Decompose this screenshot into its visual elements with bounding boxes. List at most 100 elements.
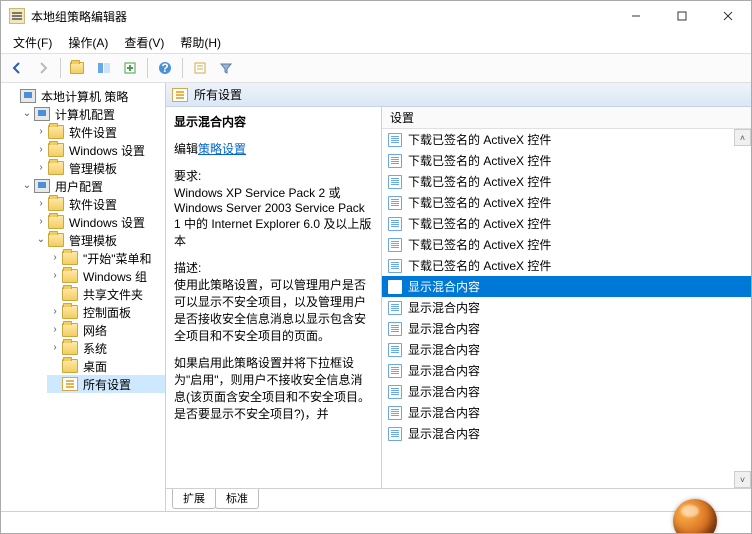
tree-item[interactable]: › 控制面板 — [47, 303, 165, 321]
list-row[interactable]: 显示混合内容 — [382, 276, 751, 297]
back-button[interactable] — [5, 56, 29, 80]
tree-item[interactable]: › 软件设置 — [33, 123, 165, 141]
list-column-header[interactable]: 设置 — [382, 107, 751, 129]
policy-icon — [388, 154, 402, 168]
tree-item[interactable]: ⌄管理模板 — [33, 231, 165, 249]
twisty-icon[interactable]: ⌄ — [35, 235, 47, 245]
folder-icon — [48, 143, 64, 157]
twisty-icon[interactable]: ⌄ — [21, 181, 33, 191]
edit-line: 编辑策略设置 — [174, 140, 373, 157]
toolbar-separator — [147, 58, 148, 78]
twisty-icon[interactable]: › — [35, 127, 47, 137]
tree-user-config[interactable]: ⌄ 用户配置 — [19, 177, 165, 195]
scroll-down-button[interactable]: ˅ — [734, 471, 751, 488]
list-row[interactable]: 显示混合内容 — [382, 360, 751, 381]
folder-icon — [62, 359, 78, 373]
tree-pane[interactable]: ▸ 本地计算机 策略 ⌄ 计算机配置 › 软件设置 ›Windows 设置 — [1, 83, 166, 511]
folder-icon — [62, 287, 78, 301]
tree-label: 计算机配置 — [53, 106, 117, 123]
tree-item[interactable]: ›Windows 设置 — [33, 141, 165, 159]
tree-item[interactable]: › 网络 — [47, 321, 165, 339]
tree-item[interactable]: ›Windows 设置 — [33, 213, 165, 231]
list-row[interactable]: 下载已签名的 ActiveX 控件 — [382, 213, 751, 234]
twisty-icon[interactable]: › — [35, 199, 47, 209]
show-hide-tree-button[interactable] — [92, 56, 116, 80]
menu-view[interactable]: 查看(V) — [118, 32, 170, 53]
list-row[interactable]: 显示混合内容 — [382, 297, 751, 318]
list-row[interactable]: 显示混合内容 — [382, 402, 751, 423]
list-row[interactable]: 显示混合内容 — [382, 381, 751, 402]
tree-label: 用户配置 — [53, 178, 105, 195]
tree-item[interactable]: ›桌面 — [47, 357, 165, 375]
tree-label: 网络 — [81, 322, 109, 339]
export-button[interactable] — [118, 56, 142, 80]
tree-label: 系统 — [81, 340, 109, 357]
properties-button[interactable] — [188, 56, 212, 80]
policy-icon — [388, 343, 402, 357]
twisty-icon[interactable]: › — [49, 253, 61, 263]
tree-label: 控制面板 — [81, 304, 133, 321]
tree-label: 所有设置 — [81, 376, 133, 393]
tree-label: 软件设置 — [67, 124, 119, 141]
list-row[interactable]: 下载已签名的 ActiveX 控件 — [382, 129, 751, 150]
minimize-button[interactable] — [613, 1, 659, 31]
menu-help[interactable]: 帮助(H) — [174, 32, 227, 53]
tree-label: 管理模板 — [67, 160, 119, 177]
twisty-icon[interactable]: ⌄ — [21, 109, 33, 119]
tab-standard[interactable]: 标准 — [215, 489, 259, 509]
settings-list-pane: 设置 ˄ ˅ 下载已签名的 ActiveX 控件下载已签名的 ActiveX 控… — [381, 107, 751, 488]
tree-item[interactable]: › 系统 — [47, 339, 165, 357]
twisty-icon[interactable]: › — [35, 163, 47, 173]
maximize-button[interactable] — [659, 1, 705, 31]
twisty-icon[interactable]: › — [49, 271, 61, 281]
list-row[interactable]: 显示混合内容 — [382, 339, 751, 360]
menu-action[interactable]: 操作(A) — [62, 32, 114, 53]
policy-icon — [388, 385, 402, 399]
window-controls — [613, 1, 751, 31]
list-row[interactable]: 下载已签名的 ActiveX 控件 — [382, 192, 751, 213]
edit-policy-link[interactable]: 策略设置 — [198, 142, 246, 156]
menu-file[interactable]: 文件(F) — [7, 32, 58, 53]
list-row[interactable]: 显示混合内容 — [382, 423, 751, 444]
folder-icon — [48, 215, 64, 229]
policy-icon — [388, 175, 402, 189]
twisty-icon[interactable]: › — [49, 325, 61, 335]
computer-icon — [34, 107, 50, 121]
toolbar: ? — [1, 53, 751, 83]
filter-button[interactable] — [214, 56, 238, 80]
folder-icon — [48, 161, 64, 175]
list-row[interactable]: 下载已签名的 ActiveX 控件 — [382, 150, 751, 171]
tree-computer-config[interactable]: ⌄ 计算机配置 — [19, 105, 165, 123]
scroll-up-button[interactable]: ˄ — [734, 129, 751, 146]
tree-item[interactable]: ›共享文件夹 — [47, 285, 165, 303]
twisty-icon[interactable]: › — [35, 217, 47, 227]
up-button[interactable] — [66, 56, 90, 80]
list-row[interactable]: 显示混合内容 — [382, 318, 751, 339]
list-row[interactable]: 下载已签名的 ActiveX 控件 — [382, 171, 751, 192]
list-body[interactable]: ˄ ˅ 下载已签名的 ActiveX 控件下载已签名的 ActiveX 控件下载… — [382, 129, 751, 488]
twisty-icon[interactable]: › — [49, 307, 61, 317]
forward-button[interactable] — [31, 56, 55, 80]
tree-item[interactable]: ›Windows 组 — [47, 267, 165, 285]
list-row-label: 下载已签名的 ActiveX 控件 — [408, 194, 551, 211]
tree-item-all-settings[interactable]: ›所有设置 — [47, 375, 165, 393]
policy-icon — [388, 196, 402, 210]
tree-item[interactable]: › 管理模板 — [33, 159, 165, 177]
tree-item[interactable]: ›"开始"菜单和 — [47, 249, 165, 267]
twisty-icon[interactable]: › — [35, 145, 47, 155]
tree-item[interactable]: › 软件设置 — [33, 195, 165, 213]
detail-header-title: 所有设置 — [194, 86, 242, 103]
tree-root[interactable]: ▸ 本地计算机 策略 — [5, 87, 165, 105]
titlebar: 本地组策略编辑器 — [1, 1, 751, 31]
list-row-label: 显示混合内容 — [408, 362, 480, 379]
twisty-icon[interactable]: › — [49, 343, 61, 353]
list-row[interactable]: 下载已签名的 ActiveX 控件 — [382, 255, 751, 276]
help-button[interactable]: ? — [153, 56, 177, 80]
tree-label: 软件设置 — [67, 196, 119, 213]
tab-extended[interactable]: 扩展 — [172, 489, 216, 509]
list-row[interactable]: 下载已签名的 ActiveX 控件 — [382, 234, 751, 255]
bottom-tabs: 扩展 标准 — [166, 489, 751, 511]
edit-prefix: 编辑 — [174, 142, 198, 156]
close-button[interactable] — [705, 1, 751, 31]
settings-icon — [172, 88, 188, 102]
